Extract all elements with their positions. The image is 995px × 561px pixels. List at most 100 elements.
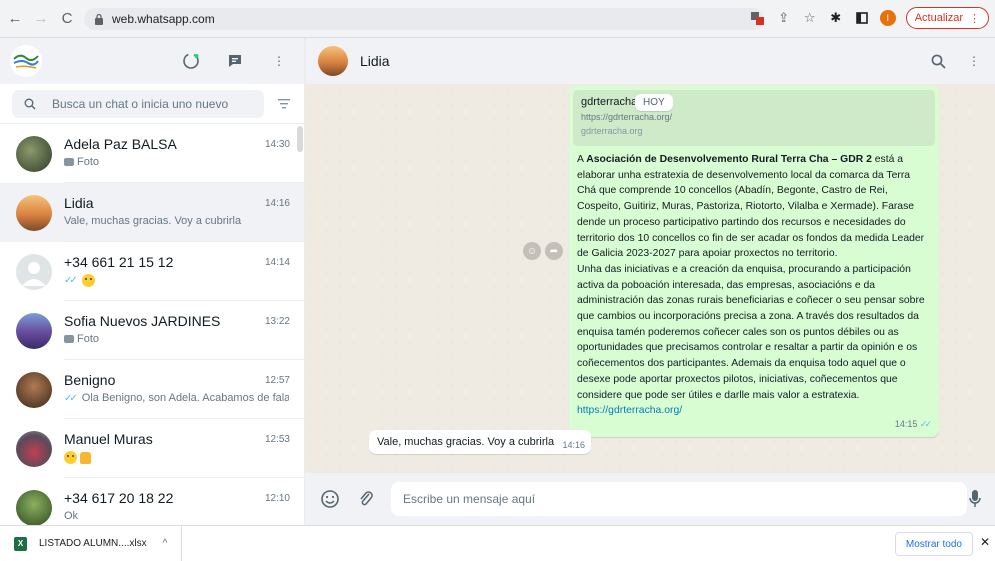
chevron-up-icon[interactable]: ^ [163, 538, 168, 549]
reload-icon[interactable]: C [56, 8, 78, 30]
excel-file-icon: X [14, 536, 27, 551]
conversation-menu-icon[interactable]: ⋮ [963, 50, 985, 72]
menu-icon[interactable]: ⋮ [268, 50, 290, 72]
avatar [16, 135, 52, 172]
chat-time: 13:22 [264, 316, 290, 327]
side-panel-icon[interactable] [854, 10, 870, 26]
camera-icon [64, 335, 74, 343]
download-file-name: LISTADO ALUMN....xlsx [39, 538, 147, 549]
incoming-time: 14:16 [562, 440, 585, 450]
chat-preview: Foto [64, 156, 289, 168]
default-avatar-icon [16, 253, 52, 290]
outgoing-message[interactable]: gdrterracha.o https://gdrterracha.org/ g… [569, 86, 939, 437]
message-org-name: Asociación de Desenvolvemento Rural Terr… [586, 154, 872, 165]
chat-sidebar: ⋮ Adela Paz BALSA 14:30 Foto Lidia [0, 38, 305, 525]
incoming-text: Vale, muchas gracias. Voy a cubrirla [377, 436, 555, 448]
contact-avatar[interactable] [318, 46, 348, 76]
update-label: Actualizar [914, 12, 963, 24]
back-icon[interactable]: ← [4, 8, 26, 30]
message-paragraph-2: Unha das iniciativas e a creación da enq… [577, 263, 925, 401]
forward-icon[interactable]: ➦ [545, 242, 563, 260]
status-icon[interactable] [180, 50, 202, 72]
react-emoji-icon[interactable]: ☺ [523, 242, 541, 260]
preview-text: Ola Benigno, son Adela. Acabamos de fala… [81, 392, 289, 404]
download-bar: X LISTADO ALUMN....xlsx ^ Mostrar todo ✕ [0, 525, 995, 561]
url-text: web.whatsapp.com [112, 12, 215, 26]
chat-item-adela[interactable]: Adela Paz BALSA 14:30 Foto [0, 124, 304, 183]
chat-item-phone-2[interactable]: +34 617 20 18 22 12:10 Ok [0, 478, 304, 525]
preview-text: Foto [77, 156, 100, 168]
chat-preview: Ok [64, 510, 289, 522]
message-link[interactable]: https://gdrterracha.org/ [577, 405, 682, 416]
filter-icon[interactable] [272, 92, 296, 116]
search-box[interactable] [12, 89, 264, 118]
avatar [16, 312, 52, 349]
incoming-message[interactable]: Vale, muchas gracias. Voy a cubrirla 14:… [369, 430, 591, 454]
preview-text: Vale, muchas gracias. Voy a cubrirla [64, 215, 242, 227]
more-icon: ⋮ [969, 12, 980, 25]
camera-icon [64, 158, 74, 166]
search-icon [24, 98, 36, 109]
message-text: A Asociación de Desenvolvemento Rural Te… [573, 146, 935, 419]
message-actions: ☺ ➦ [523, 242, 563, 260]
attach-icon[interactable] [355, 488, 377, 510]
org-logo-icon [10, 45, 42, 77]
chat-list: Adela Paz BALSA 14:30 Foto Lidia 14:16 V… [0, 124, 304, 525]
contact-name: Lidia [360, 53, 390, 69]
avatar [16, 194, 52, 231]
read-ticks-icon: ✓✓ [919, 418, 932, 429]
address-bar[interactable]: web.whatsapp.com [84, 8, 764, 30]
chat-time: 12:10 [264, 493, 290, 504]
chat-time: 14:14 [264, 257, 290, 268]
composer [305, 473, 995, 525]
download-item[interactable]: X LISTADO ALUMN....xlsx ^ [0, 525, 183, 561]
browser-toolbar: ← → C web.whatsapp.com ⇪ ☆ ✱ I Actualiza… [0, 0, 995, 38]
chat-preview: Vale, muchas gracias. Voy a cubrirla [64, 215, 289, 227]
update-button[interactable]: Actualizar ⋮ [905, 7, 989, 29]
conversation-header[interactable]: Lidia ⋮ [305, 38, 995, 84]
share-icon[interactable]: ⇪ [776, 10, 792, 26]
sidebar-header: ⋮ [0, 38, 304, 84]
thumbs-up-emoji-icon [80, 451, 91, 464]
date-chip: HOY [635, 94, 673, 111]
extensions-icon[interactable]: ✱ [828, 10, 844, 26]
bookmark-star-icon[interactable]: ☆ [802, 10, 818, 26]
link-preview-domain: gdrterracha.org [581, 126, 643, 136]
translate-icon[interactable] [750, 10, 766, 26]
show-all-button[interactable]: Mostrar todo [894, 532, 973, 556]
chat-preview [64, 451, 289, 464]
close-icon[interactable]: ✕ [978, 535, 992, 549]
preview-text: Ok [64, 510, 79, 522]
avatar [16, 489, 52, 525]
forward-icon[interactable]: → [30, 8, 52, 30]
chat-time: 12:53 [264, 434, 290, 445]
search-messages-icon[interactable] [927, 50, 949, 72]
link-preview-url: https://gdrterracha.org/ [581, 112, 673, 122]
read-ticks-icon: ✓✓ [64, 275, 78, 286]
message-input[interactable] [391, 482, 967, 516]
avatar [16, 371, 52, 408]
link-preview[interactable]: gdrterracha.o https://gdrterracha.org/ g… [573, 90, 935, 146]
message-paragraph-1: está a elaborar unha estratexia de desen… [577, 154, 925, 260]
message-list: gdrterracha.o https://gdrterracha.org/ g… [305, 84, 995, 473]
microphone-icon[interactable] [965, 488, 985, 510]
read-ticks-icon: ✓✓ [64, 392, 78, 404]
smile-emoji-icon [64, 451, 77, 464]
search-input[interactable] [52, 96, 252, 111]
chat-preview: ✓✓ Ola Benigno, son Adela. Acabamos de fa… [64, 392, 289, 404]
chat-item-phone-1[interactable]: +34 661 21 15 12 14:14 ✓✓ [0, 242, 304, 301]
chat-preview: Foto [64, 333, 289, 345]
emoji-icon[interactable] [319, 488, 341, 510]
chat-item-lidia[interactable]: Lidia 14:16 Vale, muchas gracias. Voy a … [0, 183, 304, 242]
chat-item-benigno[interactable]: Benigno 12:57 ✓✓ Ola Benigno, son Adela. … [0, 360, 304, 419]
new-chat-icon[interactable] [224, 50, 246, 72]
chat-preview: ✓✓ [64, 274, 289, 287]
message-time: 14:15 [894, 418, 918, 429]
chat-item-manuel[interactable]: Manuel Muras 12:53 [0, 419, 304, 478]
message-meta: 14:15 ✓✓ [573, 419, 935, 433]
chat-item-sofia[interactable]: Sofia Nuevos JARDINES 13:22 Foto [0, 301, 304, 360]
my-profile-avatar[interactable] [10, 45, 42, 77]
message-intro: A [577, 154, 587, 165]
conversation-panel: Lidia ⋮ gdrterracha.o https://gdrterrach… [305, 38, 995, 525]
profile-avatar[interactable]: I [879, 10, 896, 26]
